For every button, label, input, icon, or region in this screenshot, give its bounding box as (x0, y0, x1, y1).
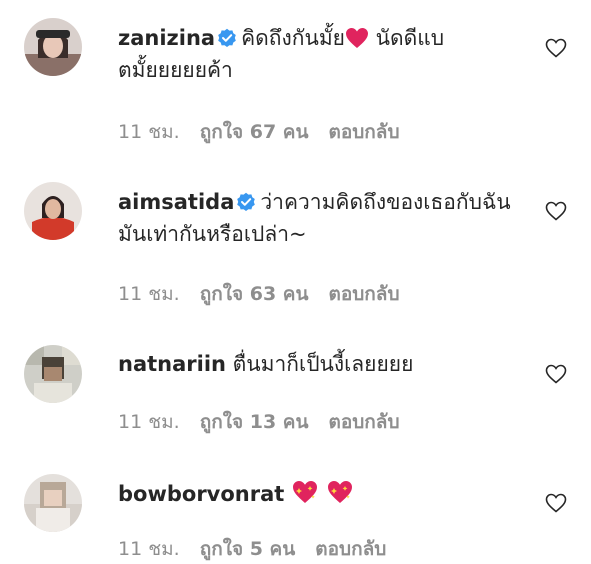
heart-outline-icon[interactable] (544, 362, 568, 386)
likes-count[interactable]: ถูกใจ 63 คน (200, 283, 309, 305)
comment-meta: 11 ชม. ถูกใจ 13 คน ตอบกลับ (118, 407, 420, 437)
reply-button[interactable]: ตอบกลับ (328, 283, 399, 305)
likes-count[interactable]: ถูกใจ 13 คน (200, 411, 309, 433)
avatar[interactable] (24, 182, 82, 240)
comment-meta: 11 ชม. ถูกใจ 63 คน ตอบกลับ (118, 279, 420, 309)
username-link[interactable]: zanizina (118, 26, 215, 50)
username-link[interactable]: natnariin (118, 352, 226, 376)
timestamp[interactable]: 11 ชม. (118, 121, 180, 143)
avatar[interactable] (24, 18, 82, 76)
comment-body: bowborvonrat (118, 478, 518, 510)
heart-outline-icon[interactable] (544, 491, 568, 515)
likes-count[interactable]: ถูกใจ 67 คน (200, 121, 309, 143)
comment-body: natnariin ตื่นมาก็เป็นงี้เลยยยย (118, 348, 518, 380)
username-link[interactable]: aimsatida (118, 190, 234, 214)
heart-outline-icon[interactable] (544, 36, 568, 60)
reply-button[interactable]: ตอบกลับ (328, 411, 399, 433)
reply-button[interactable]: ตอบกลับ (315, 538, 386, 560)
sparkling-heart-emoji-icon (293, 481, 317, 503)
likes-count[interactable]: ถูกใจ 5 คน (200, 538, 296, 560)
verified-badge-icon (237, 192, 256, 211)
comment-text: ตื่นมาก็เป็นงี้เลยยยย (232, 352, 414, 376)
timestamp[interactable]: 11 ชม. (118, 283, 180, 305)
reply-button[interactable]: ตอบกลับ (328, 121, 399, 143)
sparkling-heart-emoji-icon (327, 481, 352, 503)
comment-text: คิดถึงกันมั้ย (241, 26, 345, 50)
username-link[interactable]: bowborvonrat (118, 482, 284, 506)
avatar[interactable] (24, 345, 82, 403)
heart-outline-icon[interactable] (544, 199, 568, 223)
verified-badge-icon (218, 28, 236, 47)
comment-body: aimsatida ว่าความคิดถึงของเธอกับฉัน มันเท… (118, 186, 518, 250)
comment-body: zanizina คิดถึงกันมั้ย นัดดีแบตมั้ยยยยยค้… (118, 22, 518, 86)
timestamp[interactable]: 11 ชม. (118, 538, 180, 560)
comment-meta: 11 ชม. ถูกใจ 5 คน ตอบกลับ (118, 534, 406, 564)
comment-meta: 11 ชม. ถูกใจ 67 คน ตอบกลับ (118, 117, 420, 147)
red-heart-emoji-icon (345, 28, 368, 48)
avatar[interactable] (24, 474, 82, 532)
timestamp[interactable]: 11 ชม. (118, 411, 180, 433)
